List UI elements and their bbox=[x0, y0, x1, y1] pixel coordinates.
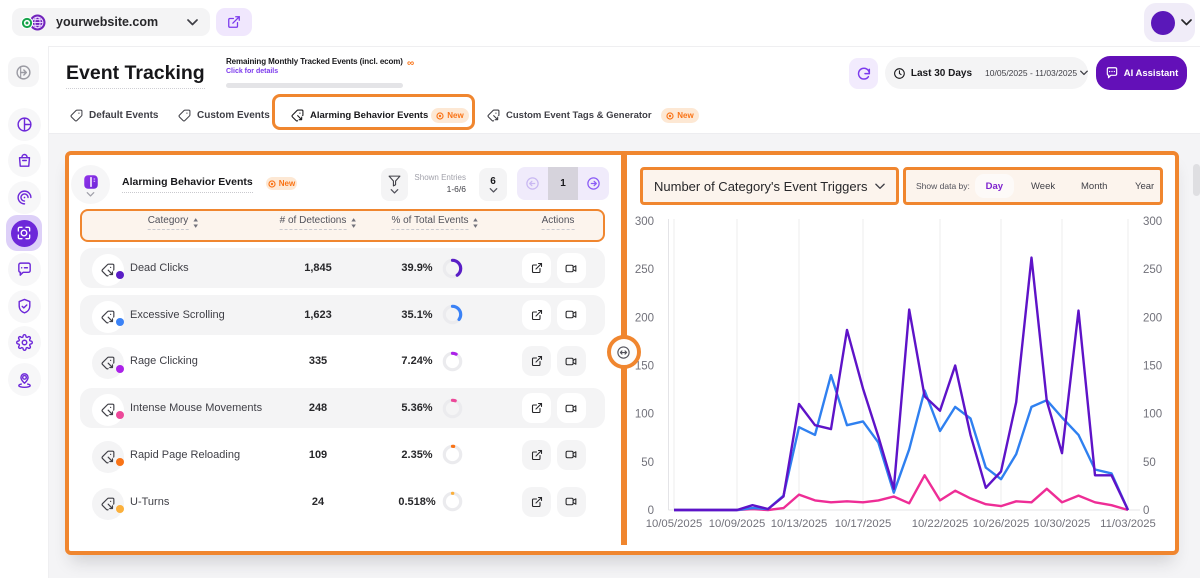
svg-text:10/17/2025: 10/17/2025 bbox=[835, 518, 892, 530]
svg-text:11/03/2025: 11/03/2025 bbox=[1100, 518, 1156, 530]
svg-text:100: 100 bbox=[1143, 409, 1162, 421]
svg-text:10/22/2025: 10/22/2025 bbox=[912, 518, 969, 530]
svg-text:250: 250 bbox=[1143, 264, 1162, 276]
svg-text:200: 200 bbox=[635, 312, 654, 324]
svg-text:10/13/2025: 10/13/2025 bbox=[771, 518, 828, 530]
svg-text:0: 0 bbox=[648, 505, 654, 517]
svg-text:10/30/2025: 10/30/2025 bbox=[1034, 518, 1091, 530]
svg-text:150: 150 bbox=[635, 361, 654, 373]
svg-text:100: 100 bbox=[635, 409, 654, 421]
svg-text:10/26/2025: 10/26/2025 bbox=[973, 518, 1030, 530]
svg-text:50: 50 bbox=[641, 457, 654, 469]
svg-text:10/09/2025: 10/09/2025 bbox=[709, 518, 766, 530]
svg-text:150: 150 bbox=[1143, 361, 1162, 373]
svg-text:300: 300 bbox=[635, 216, 654, 228]
svg-text:0: 0 bbox=[1143, 505, 1149, 517]
svg-text:300: 300 bbox=[1143, 216, 1162, 228]
svg-text:200: 200 bbox=[1143, 312, 1162, 324]
svg-text:10/05/2025: 10/05/2025 bbox=[646, 518, 703, 530]
svg-text:50: 50 bbox=[1143, 457, 1156, 469]
svg-text:250: 250 bbox=[635, 264, 654, 276]
